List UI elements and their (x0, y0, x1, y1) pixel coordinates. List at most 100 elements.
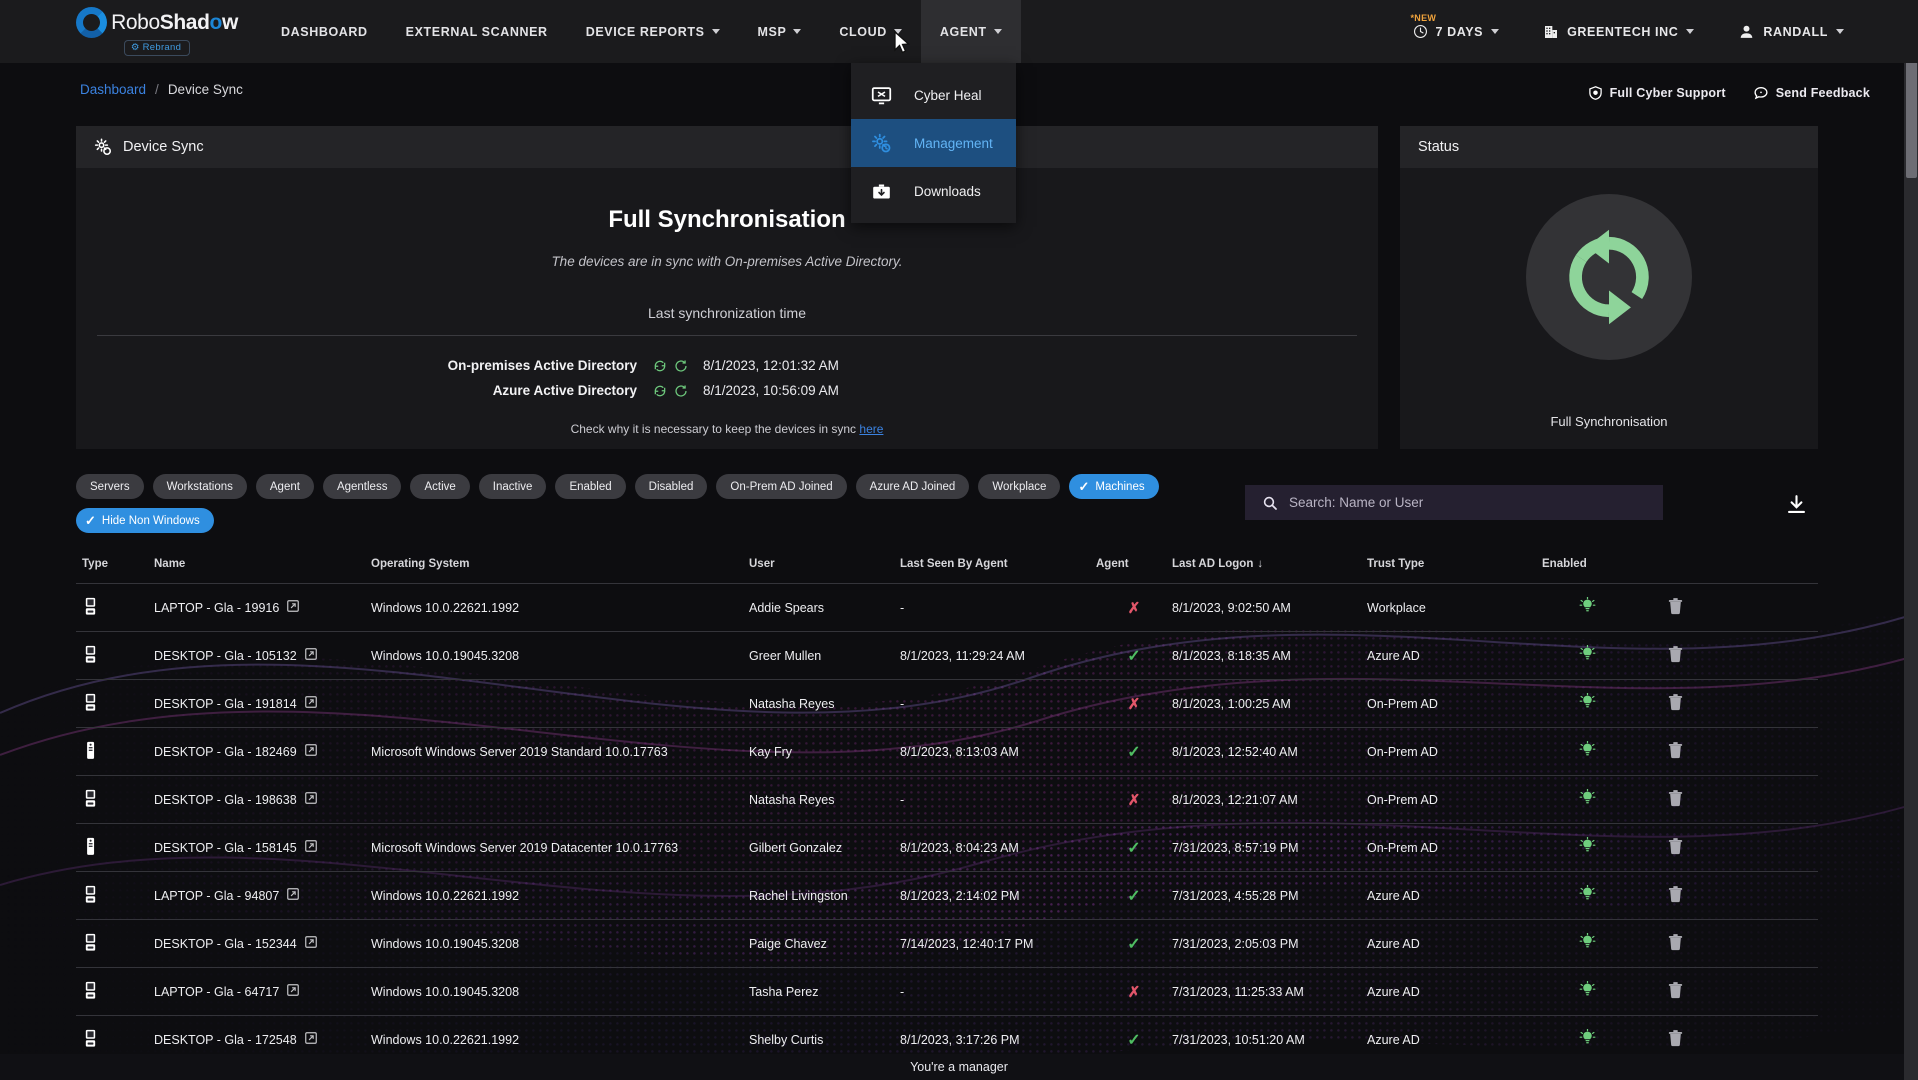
trash-icon[interactable] (1668, 604, 1683, 618)
device-name-cell[interactable]: DESKTOP - Gla - 152344 (154, 936, 371, 951)
filter-chip-disabled[interactable]: Disabled (635, 474, 708, 499)
delete-device-cell[interactable] (1632, 838, 1718, 858)
full-cyber-support-button[interactable]: Full Cyber Support (1588, 85, 1726, 101)
trash-icon[interactable] (1668, 700, 1683, 714)
column-header-type[interactable]: Type (76, 558, 154, 570)
open-external-icon[interactable] (287, 984, 299, 999)
lightbulb-icon[interactable] (1579, 748, 1596, 762)
column-header-name[interactable]: Name (154, 558, 371, 570)
filter-chip-workplace[interactable]: Workplace (978, 474, 1060, 499)
device-name-cell[interactable]: LAPTOP - Gla - 64717 (154, 984, 371, 999)
nav-item-device-reports[interactable]: DEVICE REPORTS (567, 0, 739, 63)
nav-item-msp[interactable]: MSP (739, 0, 821, 63)
delete-device-cell[interactable] (1632, 790, 1718, 810)
lightbulb-icon[interactable] (1579, 892, 1596, 906)
brand-logo[interactable]: RoboShadow ⚙Rebrand (82, 7, 232, 56)
lightbulb-icon[interactable] (1579, 796, 1596, 810)
delete-device-cell[interactable] (1632, 886, 1718, 906)
table-row[interactable]: DESKTOP - Gla - 158145Microsoft Windows … (76, 823, 1818, 871)
export-download-button[interactable] (1786, 494, 1807, 520)
delete-device-cell[interactable] (1632, 598, 1718, 618)
trash-icon[interactable] (1668, 652, 1683, 666)
open-external-icon[interactable] (305, 744, 317, 759)
filter-chip-inactive[interactable]: Inactive (479, 474, 547, 499)
device-name-cell[interactable]: DESKTOP - Gla - 105132 (154, 648, 371, 663)
table-row[interactable]: DESKTOP - Gla - 182469Microsoft Windows … (76, 727, 1818, 775)
table-row[interactable]: DESKTOP - Gla - 152344Windows 10.0.19045… (76, 919, 1818, 967)
device-name-cell[interactable]: DESKTOP - Gla - 198638 (154, 792, 371, 807)
page-scrollbar[interactable] (1904, 0, 1918, 1080)
trash-icon[interactable] (1668, 1036, 1683, 1050)
open-external-icon[interactable] (305, 792, 317, 807)
lightbulb-icon[interactable] (1579, 844, 1596, 858)
delete-device-cell[interactable] (1632, 646, 1718, 666)
tenant-selector[interactable]: GREENTECH INC (1521, 24, 1716, 40)
user-menu[interactable]: RANDALL (1716, 23, 1866, 40)
rebrand-badge[interactable]: ⚙Rebrand (124, 40, 190, 56)
filter-chip-workstations[interactable]: Workstations (153, 474, 247, 499)
delete-device-cell[interactable] (1632, 934, 1718, 954)
filter-chip-servers[interactable]: Servers (76, 474, 144, 499)
column-header-agent[interactable]: Agent (1096, 558, 1172, 570)
lightbulb-icon[interactable] (1579, 604, 1596, 618)
open-external-icon[interactable] (287, 888, 299, 903)
lightbulb-icon[interactable] (1579, 940, 1596, 954)
open-external-icon[interactable] (305, 1032, 317, 1047)
time-range-selector[interactable]: *NEW 7 DAYS (1391, 24, 1522, 39)
lightbulb-icon[interactable] (1579, 700, 1596, 714)
trash-icon[interactable] (1668, 988, 1683, 1002)
trash-icon[interactable] (1668, 940, 1683, 954)
delete-device-cell[interactable] (1632, 982, 1718, 1002)
device-name-cell[interactable]: DESKTOP - Gla - 191814 (154, 696, 371, 711)
trash-icon[interactable] (1668, 748, 1683, 762)
column-header-trust-type[interactable]: Trust Type (1367, 558, 1542, 570)
device-name-cell[interactable]: DESKTOP - Gla - 182469 (154, 744, 371, 759)
filter-chip-active[interactable]: Active (410, 474, 469, 499)
filter-chip-onprem-ad-joined[interactable]: On-Prem AD Joined (716, 474, 846, 499)
delete-device-cell[interactable] (1632, 742, 1718, 762)
column-header-enabled[interactable]: Enabled (1542, 558, 1632, 570)
device-name-cell[interactable]: LAPTOP - Gla - 94807 (154, 888, 371, 903)
column-header-last-seen[interactable]: Last Seen By Agent (900, 558, 1096, 570)
filter-chip-enabled[interactable]: Enabled (555, 474, 625, 499)
table-row[interactable]: LAPTOP - Gla - 94807Windows 10.0.22621.1… (76, 871, 1818, 919)
filter-chip-agentless[interactable]: Agentless (323, 474, 402, 499)
nav-item-external-scanner[interactable]: EXTERNAL SCANNER (387, 0, 567, 63)
lightbulb-icon[interactable] (1579, 652, 1596, 666)
column-header-os[interactable]: Operating System (371, 558, 749, 570)
trash-icon[interactable] (1668, 796, 1683, 810)
sync-footnote-link[interactable]: here (859, 422, 883, 436)
menu-item-management[interactable]: Management (851, 119, 1016, 167)
open-external-icon[interactable] (305, 648, 317, 663)
table-row[interactable]: DESKTOP - Gla - 105132Windows 10.0.19045… (76, 631, 1818, 679)
breadcrumb-dashboard[interactable]: Dashboard (80, 82, 146, 97)
send-feedback-button[interactable]: Send Feedback (1753, 85, 1870, 101)
open-external-icon[interactable] (287, 600, 299, 615)
nav-item-dashboard[interactable]: DASHBOARD (262, 0, 387, 63)
menu-item-downloads[interactable]: Downloads (851, 167, 1016, 215)
device-name-cell[interactable]: DESKTOP - Gla - 172548 (154, 1032, 371, 1047)
filter-chip-hide-non-windows[interactable]: ✓Hide Non Windows (76, 508, 214, 533)
nav-item-agent[interactable]: AGENT (921, 0, 1021, 63)
open-external-icon[interactable] (305, 696, 317, 711)
delete-device-cell[interactable] (1632, 1030, 1718, 1050)
lightbulb-icon[interactable] (1579, 988, 1596, 1002)
filter-chip-agent[interactable]: Agent (256, 474, 314, 499)
device-name-cell[interactable]: DESKTOP - Gla - 158145 (154, 840, 371, 855)
delete-device-cell[interactable] (1632, 694, 1718, 714)
table-row[interactable]: DESKTOP - Gla - 191814Natasha Reyes-✗8/1… (76, 679, 1818, 727)
filter-chip-machines[interactable]: ✓Machines (1069, 474, 1158, 499)
menu-item-cyber-heal[interactable]: Cyber Heal (851, 71, 1016, 119)
table-row[interactable]: LAPTOP - Gla - 19916Windows 10.0.22621.1… (76, 583, 1818, 631)
trash-icon[interactable] (1668, 892, 1683, 906)
device-name-cell[interactable]: LAPTOP - Gla - 19916 (154, 600, 371, 615)
column-header-last-ad-logon[interactable]: Last AD Logon↓ (1172, 558, 1367, 570)
filter-chip-azure-ad-joined[interactable]: Azure AD Joined (856, 474, 970, 499)
column-header-user[interactable]: User (749, 558, 900, 570)
trash-icon[interactable] (1668, 844, 1683, 858)
table-row[interactable]: LAPTOP - Gla - 64717Windows 10.0.19045.3… (76, 967, 1818, 1015)
table-row[interactable]: DESKTOP - Gla - 198638Natasha Reyes-✗8/1… (76, 775, 1818, 823)
open-external-icon[interactable] (305, 936, 317, 951)
lightbulb-icon[interactable] (1579, 1036, 1596, 1050)
open-external-icon[interactable] (305, 840, 317, 855)
